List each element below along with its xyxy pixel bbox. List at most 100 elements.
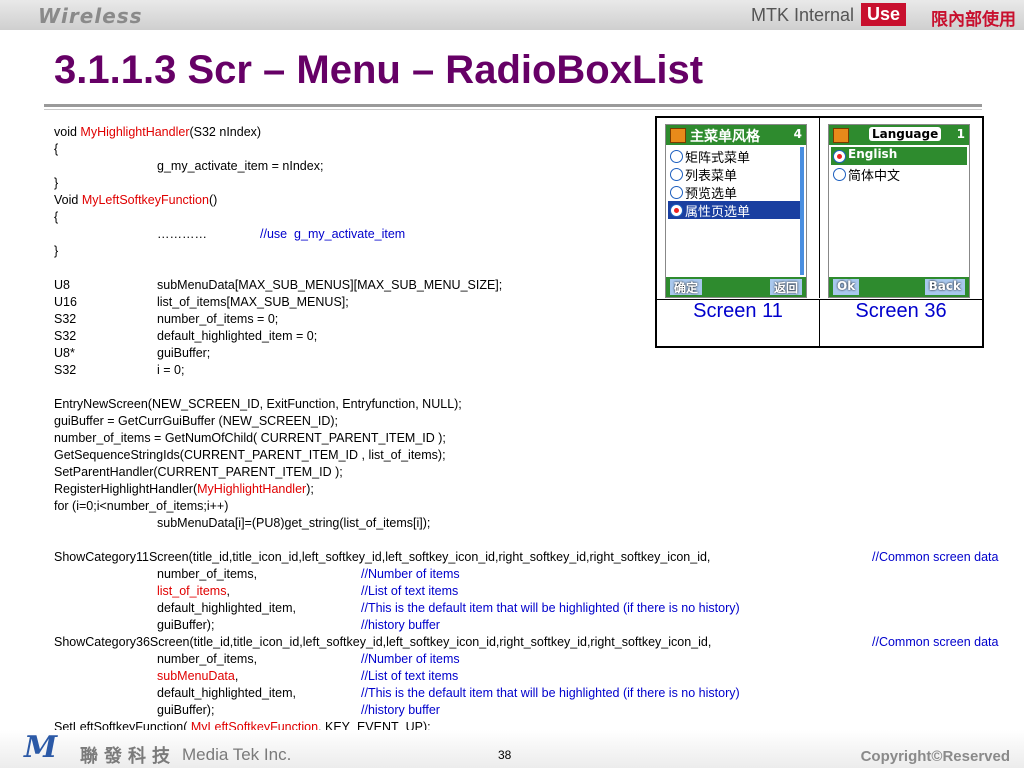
code-text: ShowCategory11Screen(title_id,title_icon… <box>54 550 711 564</box>
code-text: , <box>234 669 239 683</box>
code-line: EntryNewScreen(NEW_SCREEN_ID, ExitFuncti… <box>54 397 462 411</box>
left-softkey[interactable]: 确定 <box>670 279 703 295</box>
code-text: guiBuffer; <box>157 346 211 360</box>
code-text: ………… <box>157 227 207 241</box>
code-line: subMenuData[i]=(PU8)get_string(list_of_i… <box>54 515 1024 532</box>
code-text: list_of_items[MAX_SUB_MENUS]; <box>157 295 349 309</box>
code-line: list_of_items, //List of text items <box>54 583 1024 600</box>
code-function-name: MyHighlightHandler <box>197 482 307 496</box>
code-line: subMenuData, //List of text items <box>54 668 1024 685</box>
code-text: ShowCategory36Screen(title_id,title_icon… <box>54 635 712 649</box>
code-text: number_of_items = 0; <box>157 312 279 326</box>
radio-item-selected[interactable]: English <box>831 147 967 165</box>
code-type: S32 <box>54 312 77 326</box>
phone-title: Language <box>869 127 942 141</box>
code-type: U16 <box>54 295 77 309</box>
copyright-notice: Copyright©Reserved <box>860 748 1010 765</box>
company-name-chinese: 聯發科技 <box>80 746 176 767</box>
code-comment: //Number of items <box>361 652 460 666</box>
menu-folder-icon <box>670 128 686 143</box>
menu-folder-icon <box>833 128 849 143</box>
radio-item-label: English <box>848 147 898 161</box>
radio-on-icon <box>670 204 683 217</box>
code-text: default_highlighted_item = 0; <box>157 329 318 343</box>
title-divider-thin <box>44 109 982 110</box>
radio-item[interactable]: 矩阵式菜单 <box>668 147 804 166</box>
code-comment: //List of text items <box>361 584 459 598</box>
code-text: g_my_activate_item = nIndex; <box>157 159 324 173</box>
scrollbar[interactable] <box>800 147 804 275</box>
phone-screen-36: Language 1 English 简体中文 Ok Back <box>828 124 970 298</box>
code-comment: //history buffer <box>361 703 440 717</box>
left-softkey[interactable]: Ok <box>833 279 860 295</box>
radio-off-icon <box>833 168 846 181</box>
code-blank <box>54 379 1024 396</box>
code-text: , <box>226 584 230 598</box>
phone-title-bar: 主菜单风格 4 <box>666 125 806 145</box>
code-line: default_highlighted_item, //This is the d… <box>54 600 1024 617</box>
code-text: () <box>208 193 218 207</box>
code-line: guiBuffer); //history buffer <box>54 702 1024 719</box>
radio-item-selected[interactable]: 属性页选单 <box>668 201 804 220</box>
phone-title: 主菜单风格 <box>690 129 760 145</box>
code-comment: //Common screen data <box>872 550 999 564</box>
code-function-name: MyHighlightHandler <box>80 125 190 139</box>
code-text: subMenuData[i]=(PU8)get_string(list_of_i… <box>157 516 431 530</box>
radio-list: 矩阵式菜单 列表菜单 预览选单 属性页选单 <box>668 147 804 220</box>
code-comment: //Number of items <box>361 567 460 581</box>
phone-item-count: 1 <box>956 127 965 141</box>
slide-title: 3.1.1.3 Scr – Menu – RadioBoxList <box>54 48 704 92</box>
radio-list: English 简体中文 <box>831 147 967 184</box>
company-name: Media Tek Inc. <box>182 745 292 764</box>
code-text: number_of_items, <box>157 652 258 666</box>
code-type: U8* <box>54 346 75 360</box>
phone-item-count: 4 <box>793 127 802 141</box>
code-text: (S32 nIndex) <box>189 125 262 139</box>
radio-item-label: 预览选单 <box>685 187 738 202</box>
screen-11-cell: 主菜单风格 4 矩阵式菜单 列表菜单 预览选单 属性页选单 确定 返回 <box>657 118 820 298</box>
phone-title-bar: Language 1 <box>829 125 969 145</box>
code-comment: //history buffer <box>361 618 440 632</box>
code-comment: //use g_my_activate_item <box>260 227 406 241</box>
code-text: guiBuffer); <box>157 703 215 717</box>
code-line: number_of_items = GetNumOfChild( CURRENT… <box>54 431 446 445</box>
code-comment: //This is the default item that will be … <box>361 601 740 615</box>
code-line: number_of_items, //Number of items <box>54 566 1024 583</box>
code-line: guiBuffer = GetCurrGuiBuffer (NEW_SCREEN… <box>54 414 339 428</box>
radio-item-label: 列表菜单 <box>685 169 738 184</box>
code-text: subMenuData[MAX_SUB_MENUS][MAX_SUB_MENU_… <box>157 278 503 292</box>
header-restriction: 限內部使用 <box>931 10 1016 30</box>
title-divider <box>44 104 982 107</box>
code-blank <box>54 532 1024 549</box>
right-softkey[interactable]: 返回 <box>769 279 802 295</box>
code-text: default_highlighted_item, <box>157 686 296 700</box>
code-function-name: MyLeftSoftkeyFunction <box>81 193 209 207</box>
code-comment: //List of text items <box>361 669 459 683</box>
code-text: void <box>54 125 81 139</box>
softkey-bar: 确定 返回 <box>666 277 806 297</box>
code-line: number_of_items, //Number of items <box>54 651 1024 668</box>
right-softkey[interactable]: Back <box>924 279 965 295</box>
screen-36-caption: Screen 36 <box>855 300 947 322</box>
code-text: ); <box>306 482 314 496</box>
radio-on-icon <box>833 150 846 163</box>
radio-item[interactable]: 预览选单 <box>668 183 804 202</box>
code-variable: subMenuData <box>157 669 235 683</box>
code-type: S32 <box>54 329 77 343</box>
caption-row: Screen 11 Screen 36 <box>657 299 982 347</box>
radio-off-icon <box>670 168 683 181</box>
code-line: ShowCategory11Screen(title_id,title_icon… <box>54 549 1024 566</box>
screen-36-cell: Language 1 English 简体中文 Ok Back <box>820 118 982 298</box>
radio-item[interactable]: 列表菜单 <box>668 165 804 184</box>
code-text: Void <box>54 193 82 207</box>
code-text: guiBuffer); <box>157 618 215 632</box>
softkey-bar: Ok Back <box>829 277 969 297</box>
code-line: for (i=0;i<number_of_items;i++) <box>54 499 229 513</box>
screen-11-caption: Screen 11 <box>657 300 820 347</box>
radio-item-label: 简体中文 <box>848 169 901 184</box>
code-line: SetParentHandler(CURRENT_PARENT_ITEM_ID … <box>54 465 343 479</box>
radio-item[interactable]: 简体中文 <box>831 165 967 184</box>
radio-item-label: 矩阵式菜单 <box>685 151 751 166</box>
code-type: S32 <box>54 363 77 377</box>
code-text: default_highlighted_item, <box>157 601 296 615</box>
